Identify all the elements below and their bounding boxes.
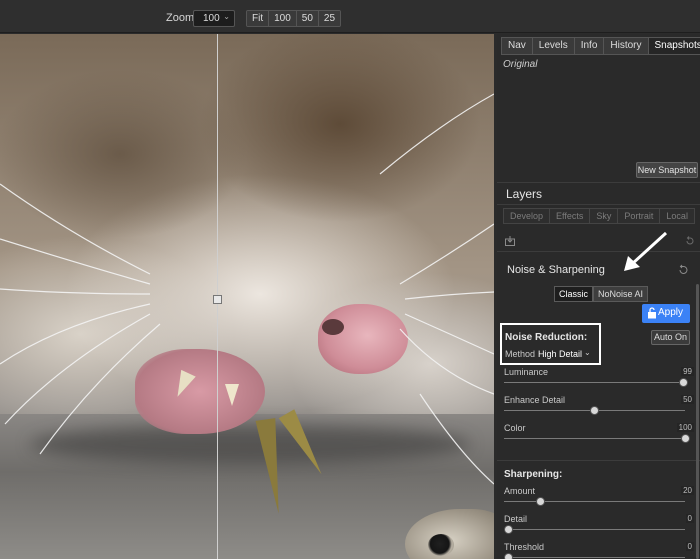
apply-button[interactable]: Apply xyxy=(642,304,690,323)
panel-tabs: Nav Levels Info History Snapshots xyxy=(501,37,700,55)
module-sky[interactable]: Sky xyxy=(589,208,618,224)
divider xyxy=(497,182,700,183)
auto-on-button[interactable]: Auto On xyxy=(651,330,690,345)
slider-track[interactable] xyxy=(504,501,685,502)
slider-handle[interactable] xyxy=(535,497,545,506)
chevron-down-icon: ⌄ xyxy=(223,12,230,21)
image-canvas[interactable] xyxy=(0,34,494,559)
slider-value[interactable]: 99 xyxy=(681,367,694,376)
tab-info[interactable]: Info xyxy=(573,37,604,55)
slider-value[interactable]: 100 xyxy=(676,423,694,432)
classic-mode-button[interactable]: Classic xyxy=(554,286,594,302)
detail-slider[interactable]: Detail 0 xyxy=(504,514,694,538)
noise-sharpening-title[interactable]: Noise & Sharpening xyxy=(507,264,605,276)
zoom-50-button[interactable]: 50 xyxy=(296,11,319,26)
divider xyxy=(497,204,700,205)
enhance-detail-slider[interactable]: Enhance Detail 50 xyxy=(504,395,694,419)
slider-handle[interactable] xyxy=(680,434,690,443)
slider-value[interactable]: 0 xyxy=(685,514,694,523)
zoom-preset-group: Fit 100 50 25 xyxy=(246,10,342,27)
divider xyxy=(497,460,700,461)
split-view-handle[interactable] xyxy=(213,295,222,304)
slider-track[interactable] xyxy=(504,438,685,439)
slider-handle[interactable] xyxy=(504,553,513,559)
slider-track[interactable] xyxy=(504,557,685,558)
new-snapshot-button[interactable]: New Snapshot xyxy=(636,162,698,178)
module-effects[interactable]: Effects xyxy=(549,208,590,224)
slider-label: Luminance xyxy=(504,367,549,377)
slider-value[interactable]: 0 xyxy=(685,542,694,551)
module-local[interactable]: Local xyxy=(659,208,695,224)
callout-highlight-box xyxy=(500,323,601,365)
nonoise-ai-button[interactable]: NoNoise AI xyxy=(593,286,649,302)
tab-levels[interactable]: Levels xyxy=(531,37,574,55)
slider-handle[interactable] xyxy=(678,378,688,387)
slider-track[interactable] xyxy=(504,382,685,383)
slider-label: Color xyxy=(504,423,526,433)
slider-track[interactable] xyxy=(504,529,685,530)
slider-value[interactable]: 50 xyxy=(681,395,694,404)
luminance-slider[interactable]: Luminance 99 xyxy=(504,367,694,391)
right-panel: Nav Levels Info History Snapshots Origin… xyxy=(497,34,700,559)
layers-title[interactable]: Layers xyxy=(506,187,542,201)
tab-history[interactable]: History xyxy=(603,37,648,55)
cat-whiskers xyxy=(0,93,494,485)
slider-label: Amount xyxy=(504,486,536,496)
unlock-icon xyxy=(648,307,656,319)
snapshot-original[interactable]: Original xyxy=(503,59,537,70)
module-tabs: Develop Effects Sky Portrait Local xyxy=(503,208,695,224)
reset-section-icon[interactable] xyxy=(677,264,689,276)
zoom-100-button[interactable]: 100 xyxy=(269,11,297,26)
tab-nav[interactable]: Nav xyxy=(501,37,532,55)
slider-label: Threshold xyxy=(504,542,545,552)
module-portrait[interactable]: Portrait xyxy=(617,208,660,224)
zoom-fit-button[interactable]: Fit xyxy=(247,11,270,26)
slider-value[interactable]: 20 xyxy=(681,486,694,495)
apply-label: Apply xyxy=(658,307,684,318)
slider-label: Detail xyxy=(504,514,528,524)
noise-mode-toggle: Classic NoNoise AI xyxy=(554,286,649,302)
top-toolbar: Zoom 100 ⌄ Fit 100 50 25 xyxy=(0,0,700,33)
sharpening-label: Sharpening: xyxy=(504,469,563,480)
slider-label: Enhance Detail xyxy=(504,395,566,405)
zoom-select[interactable]: 100 ⌄ xyxy=(193,10,235,27)
zoom-25-button[interactable]: 25 xyxy=(318,11,341,26)
zoom-select-value: 100 xyxy=(203,13,220,24)
color-slider[interactable]: Color 100 xyxy=(504,423,694,447)
save-preset-icon[interactable] xyxy=(505,236,515,246)
panel-scrollbar[interactable] xyxy=(696,284,699,559)
module-develop[interactable]: Develop xyxy=(503,208,550,224)
amount-slider[interactable]: Amount 20 xyxy=(504,486,694,510)
threshold-slider[interactable]: Threshold 0 xyxy=(504,542,694,559)
slider-handle[interactable] xyxy=(504,525,513,534)
slider-handle[interactable] xyxy=(590,406,599,415)
tab-snapshots[interactable]: Snapshots xyxy=(647,37,700,55)
zoom-label: Zoom xyxy=(166,12,195,24)
reset-all-icon[interactable] xyxy=(685,236,695,246)
callout-arrow-icon xyxy=(624,231,668,271)
